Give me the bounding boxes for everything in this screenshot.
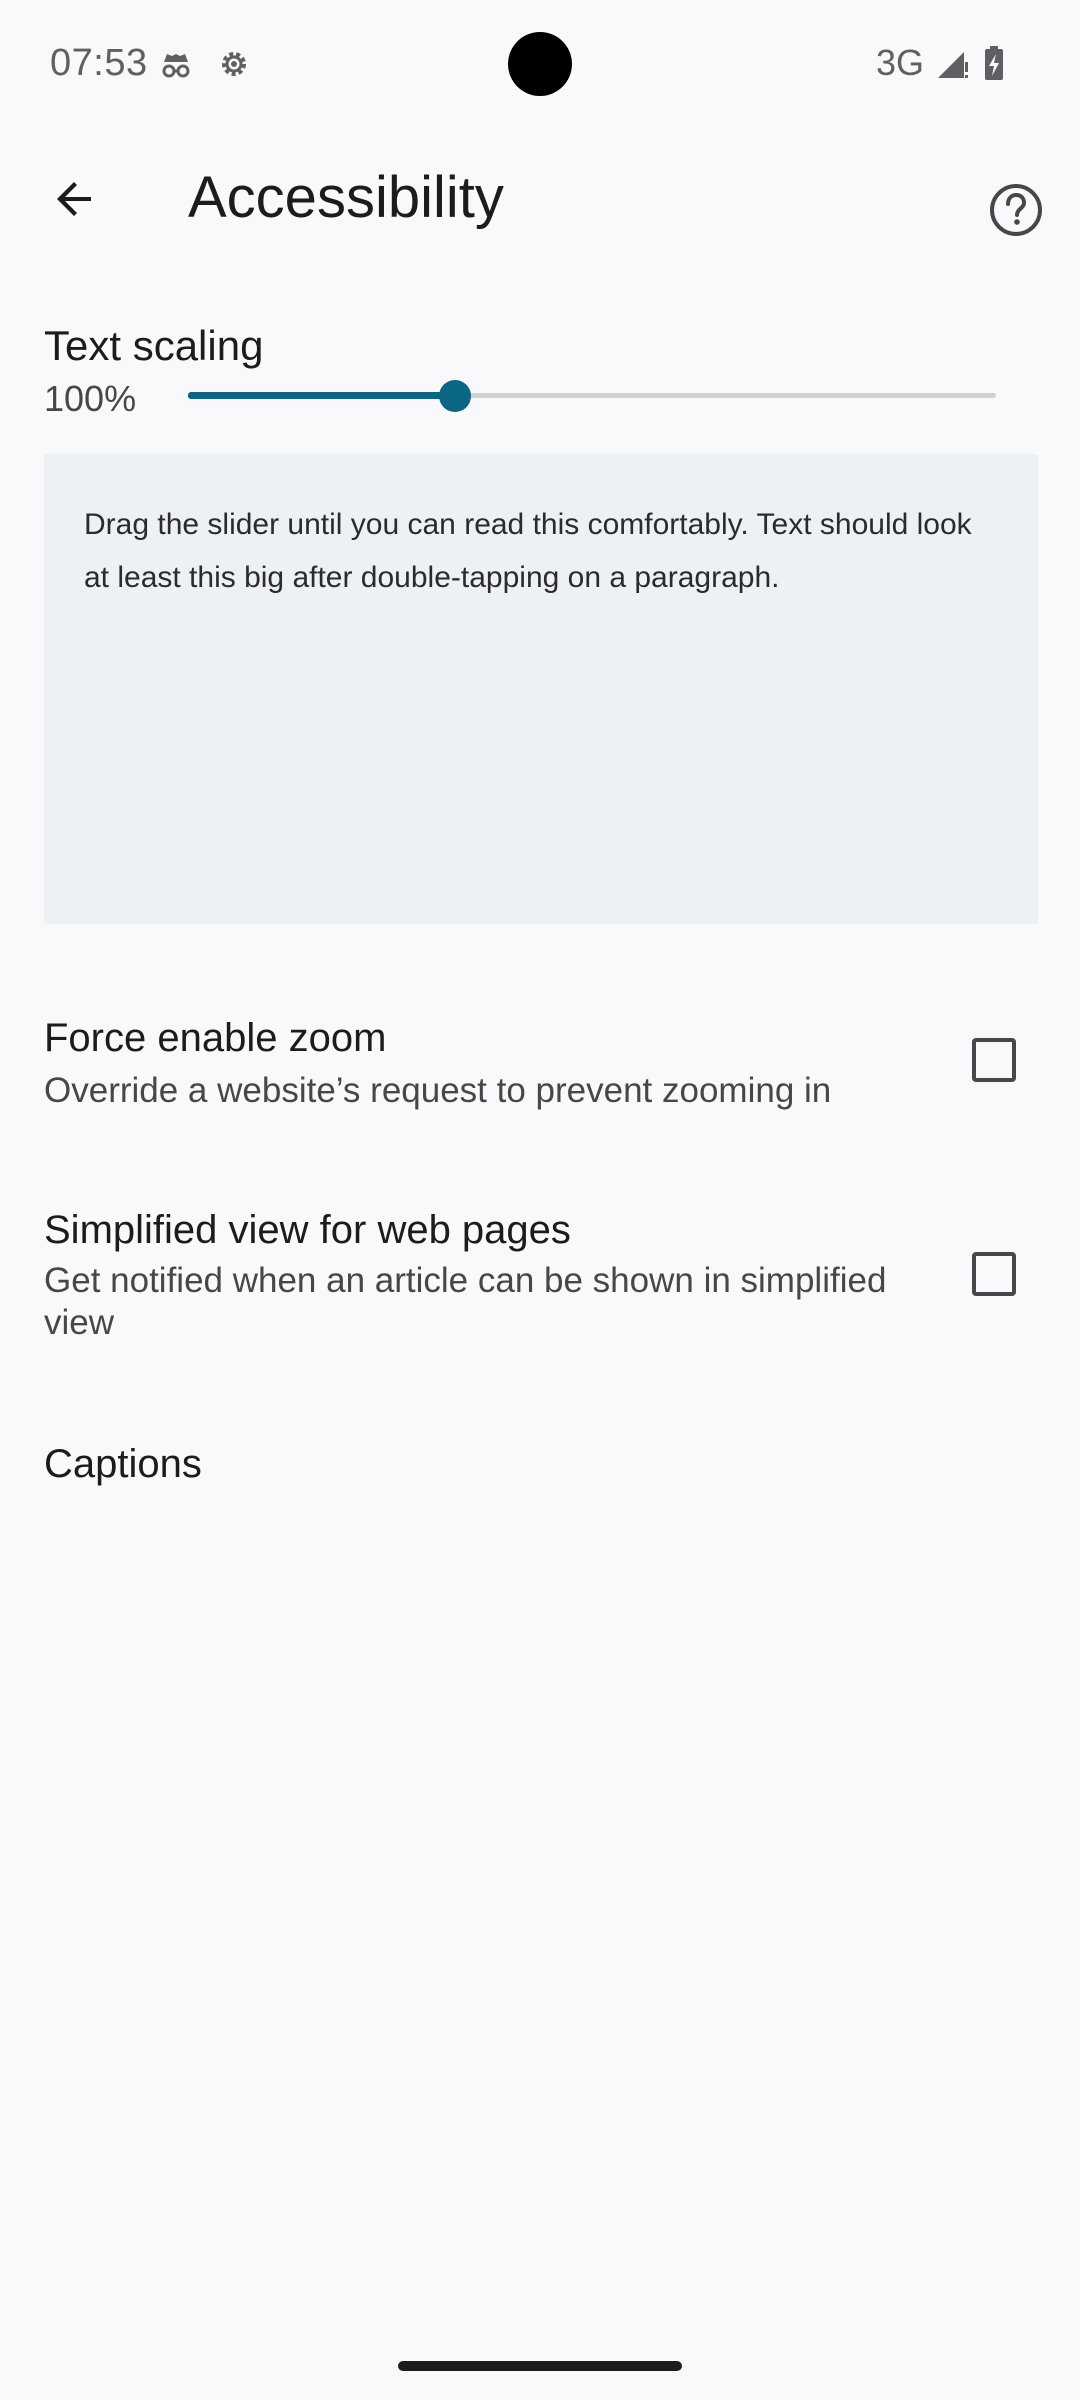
incognito-icon: [158, 46, 194, 82]
text-scaling-heading: Text scaling: [44, 322, 264, 369]
slider-thumb[interactable]: [439, 380, 471, 412]
captions-title: Captions: [44, 1442, 202, 1486]
text-scaling-percent: 100%: [44, 378, 137, 419]
force-enable-zoom-checkbox[interactable]: [972, 1038, 1016, 1082]
text-preview: Drag the slider until you can read this …: [84, 508, 972, 594]
network-type: 3G: [876, 42, 925, 83]
force-enable-zoom-subtitle: Override a website’s request to prevent …: [44, 1071, 832, 1110]
status-time: 07:53: [50, 42, 148, 84]
screen: 07:53 3G Accessibility Text scaling 100%…: [0, 0, 1080, 2400]
force-enable-zoom-title: Force enable zoom: [44, 1016, 387, 1060]
page-title: Accessibility: [188, 165, 504, 230]
simplified-view-subtitle: Get notified when an article can be show…: [44, 1261, 887, 1342]
simplified-view-title: Simplified view for web pages: [44, 1208, 571, 1252]
settings-gear-icon: [216, 46, 252, 82]
help-circle-icon: [988, 182, 1044, 243]
gesture-navigation-bar[interactable]: [398, 2361, 682, 2371]
back-button[interactable]: [30, 156, 120, 246]
help-button[interactable]: [968, 164, 1064, 260]
app-bar: Accessibility: [0, 128, 1080, 274]
text-scaling-section: Text scaling 100% Drag the slider until …: [0, 274, 1080, 966]
slider-fill: [188, 392, 455, 399]
simplified-view-checkbox[interactable]: [972, 1252, 1016, 1296]
captions-row[interactable]: Captions: [0, 1392, 1080, 1532]
text-scaling-slider[interactable]: [188, 374, 996, 418]
battery-charging-icon: [980, 46, 1016, 82]
status-bar: 07:53 3G: [0, 0, 1080, 128]
simplified-view-row[interactable]: Simplified view for web pages Get notifi…: [0, 1158, 1080, 1392]
signal-icon: [934, 46, 970, 82]
front-camera: [508, 32, 572, 96]
text-preview-box: Drag the slider until you can read this …: [44, 454, 1038, 924]
force-enable-zoom-row[interactable]: Force enable zoom Override a website’s r…: [0, 966, 1080, 1158]
arrow-left-icon: [51, 175, 99, 228]
